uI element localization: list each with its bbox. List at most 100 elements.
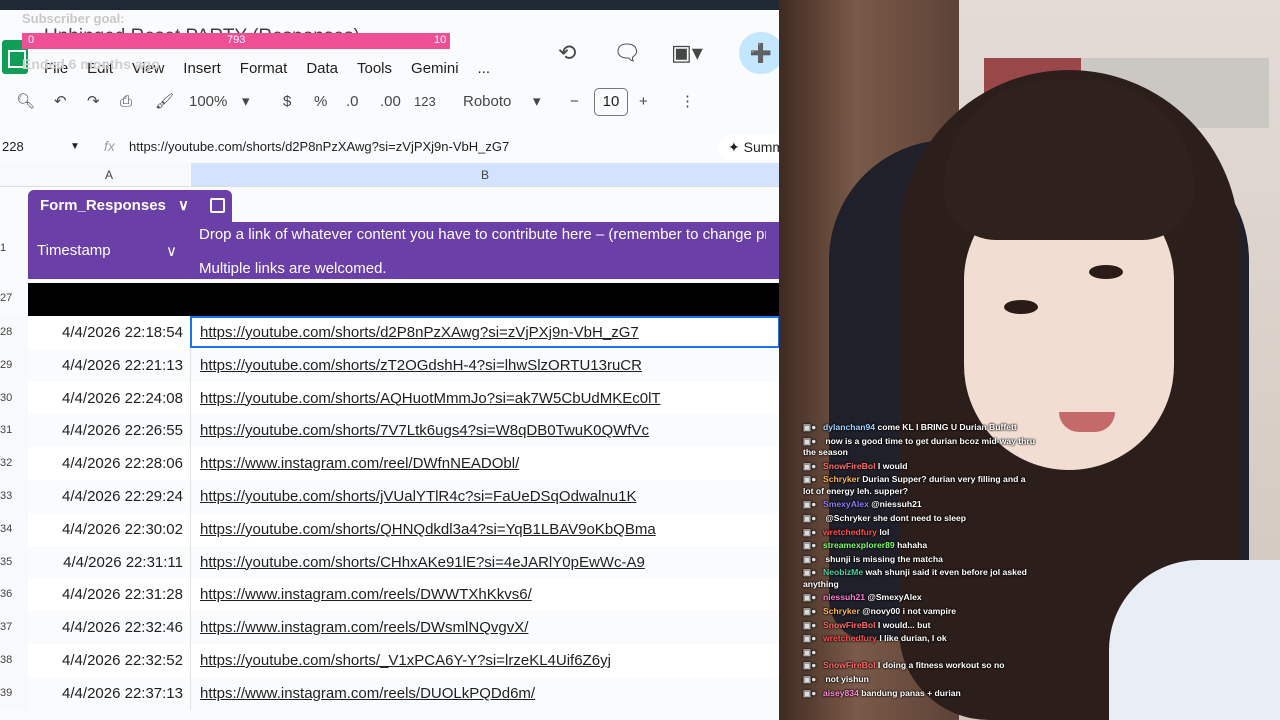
chat-username[interactable]: aisey834 — [823, 688, 859, 698]
chat-username[interactable]: Schryker — [823, 474, 860, 484]
menu-data[interactable]: Data — [306, 60, 338, 77]
link-cell[interactable]: https://youtube.com/shorts/jVUalYTlR4c?s… — [200, 480, 636, 513]
chat-username[interactable]: SnowFireBol — [823, 461, 876, 471]
font-chevron-down-icon[interactable]: ▾ — [533, 82, 541, 122]
link-cell[interactable]: https://youtube.com/shorts/AQHuotMmmJo?s… — [200, 382, 661, 415]
goal-min: 0 — [28, 34, 35, 46]
timestamp-cell[interactable]: 4/4/2026 22:18:54 — [28, 316, 191, 349]
row-number[interactable]: 31 — [0, 414, 28, 448]
row-number[interactable]: 28 — [0, 316, 28, 349]
share-button[interactable]: ➕ — [739, 32, 779, 74]
search-icon[interactable]: 🔍︎ — [16, 82, 35, 122]
timestamp-cell[interactable]: 4/4/2026 22:37:13 — [28, 677, 191, 710]
row-number[interactable]: 29 — [0, 348, 28, 382]
table-row: 38 4/4/2026 22:32:52 https://youtube.com/s… — [0, 644, 779, 677]
header-links-line1[interactable]: Drop a link of whatever content you have… — [199, 226, 766, 243]
row-number[interactable]: 33 — [0, 480, 28, 513]
chat-username[interactable]: niessuh21 — [823, 592, 865, 602]
number-format-button[interactable]: 123 — [414, 82, 436, 122]
increase-font-size-button[interactable]: + — [639, 82, 648, 122]
cell-divider — [190, 414, 191, 448]
row-number[interactable]: 34 — [0, 512, 28, 546]
header-timestamp-chevron-icon[interactable]: ∨ — [166, 242, 177, 260]
paint-format-icon[interactable]: 🖌︎ — [155, 82, 174, 122]
version-history-icon[interactable]: ⟲ — [558, 40, 576, 66]
redo-icon[interactable]: ↷ — [87, 82, 100, 122]
row-number[interactable]: 39 — [0, 676, 28, 710]
chat-username[interactable]: SmexyAlex — [823, 499, 869, 509]
timestamp-cell[interactable]: 4/4/2026 22:32:46 — [28, 611, 191, 644]
menu-more[interactable]: ... — [478, 60, 491, 77]
font-select[interactable]: Roboto — [463, 82, 511, 122]
comments-icon[interactable]: 🗨 — [613, 40, 641, 66]
undo-icon[interactable]: ↶ — [54, 82, 67, 122]
link-cell[interactable]: https://www.instagram.com/reels/DUOLkPQD… — [200, 677, 535, 710]
meet-icon[interactable]: ▣▾ — [671, 40, 703, 66]
timestamp-cell[interactable]: 4/4/2026 22:21:13 — [28, 349, 191, 382]
print-icon[interactable]: ⎙ — [120, 82, 132, 122]
formula-input[interactable]: https://youtube.com/shorts/d2P8nPzXAwg?s… — [129, 132, 509, 162]
timestamp-cell[interactable]: 4/4/2026 22:31:11 — [28, 546, 191, 579]
zoom-select[interactable]: 100% — [189, 82, 227, 122]
timestamp-cell[interactable]: 4/4/2026 22:24:08 — [28, 382, 191, 415]
chat-username[interactable]: NeobizMe — [823, 567, 863, 577]
menu-tools[interactable]: Tools — [357, 60, 392, 77]
timestamp-cell[interactable]: 4/4/2026 22:28:06 — [28, 447, 191, 480]
timestamp-cell[interactable]: 4/4/2026 22:29:24 — [28, 480, 191, 513]
link-cell[interactable]: https://youtube.com/shorts/_V1xPCA6Y-Y?s… — [200, 644, 611, 677]
summarize-button[interactable]: ✦ Summ — [718, 135, 779, 160]
increase-decimal-button[interactable]: .00 — [380, 82, 401, 122]
link-cell[interactable]: https://youtube.com/shorts/CHhxAKe91lE?s… — [200, 546, 645, 579]
chat-username[interactable]: SnowFireBol — [823, 660, 876, 670]
goal-current: 793 — [227, 34, 246, 46]
link-cell[interactable]: https://youtube.com/shorts/zT2OGdshH-4?s… — [200, 349, 642, 382]
column-header-b[interactable]: B — [191, 163, 779, 187]
decrease-decimal-button[interactable]: .0 — [346, 82, 359, 122]
currency-format-button[interactable]: $ — [283, 82, 291, 122]
chat-username[interactable]: streamexplorer89 — [823, 540, 895, 550]
timestamp-cell[interactable]: 4/4/2026 22:26:55 — [28, 414, 191, 447]
row-number[interactable]: 36 — [0, 578, 28, 612]
table-name: Form_Responses — [40, 197, 166, 214]
row-number[interactable]: 30 — [0, 381, 28, 415]
chat-badge-icons: ▣● — [803, 474, 817, 485]
link-cell[interactable]: https://youtube.com/shorts/7V7Ltk6ugs4?s… — [200, 414, 649, 447]
table-name-tab[interactable]: Form_Responses ∨ — [28, 190, 232, 222]
row-number[interactable]: 27 — [0, 292, 28, 308]
cell-divider — [190, 545, 191, 579]
link-cell[interactable]: https://www.instagram.com/reels/DWWTXhKk… — [200, 578, 532, 611]
link-cell[interactable]: https://youtube.com/shorts/QHNQdkdl3a4?s… — [200, 513, 656, 546]
timestamp-cell[interactable]: 4/4/2026 22:30:02 — [28, 513, 191, 546]
font-size-input[interactable]: 10 — [594, 88, 628, 116]
link-cell[interactable]: https://www.instagram.com/reels/DWsmlNQv… — [200, 611, 528, 644]
row-number[interactable]: 35 — [0, 545, 28, 579]
menu-insert[interactable]: Insert — [183, 60, 221, 77]
chat-username[interactable]: wretchedfury — [823, 633, 877, 643]
more-options-icon[interactable]: ⋮ — [680, 82, 695, 122]
chat-username[interactable]: SnowFireBol — [823, 620, 876, 630]
chat-username[interactable]: Schryker — [823, 606, 860, 616]
table-grid-icon[interactable] — [210, 198, 225, 213]
timestamp-cell[interactable]: 4/4/2026 22:32:52 — [28, 644, 191, 677]
percent-format-button[interactable]: % — [314, 82, 327, 122]
chat-text: @novy00 i not vampire — [862, 606, 957, 617]
chat-username[interactable]: dylanchan94 — [823, 422, 875, 432]
chat-username[interactable]: wretchedfury — [823, 527, 877, 537]
select-all-corner[interactable] — [0, 163, 28, 187]
row-number[interactable]: 32 — [0, 447, 28, 481]
chat-badge-icons: ▣● — [803, 435, 817, 446]
decrease-font-size-button[interactable]: − — [570, 82, 579, 122]
name-box-chevron-down-icon[interactable]: ▼ — [70, 132, 80, 162]
row-number[interactable]: 1 — [0, 242, 28, 258]
table-chevron-down-icon[interactable]: ∨ — [178, 197, 189, 214]
row-number[interactable]: 38 — [0, 644, 28, 677]
chat-text: now is a good time to get durian bcoz mi… — [803, 435, 1035, 458]
menu-gemini[interactable]: Gemini — [411, 60, 459, 77]
row-number[interactable]: 37 — [0, 611, 28, 645]
header-timestamp[interactable]: Timestamp — [37, 242, 111, 259]
zoom-chevron-down-icon[interactable]: ▾ — [242, 82, 250, 122]
menu-format[interactable]: Format — [240, 60, 288, 77]
column-header-a[interactable]: A — [28, 163, 190, 187]
timestamp-cell[interactable]: 4/4/2026 22:31:28 — [28, 578, 191, 611]
link-cell[interactable]: https://www.instagram.com/reel/DWfnNEADO… — [200, 447, 519, 480]
